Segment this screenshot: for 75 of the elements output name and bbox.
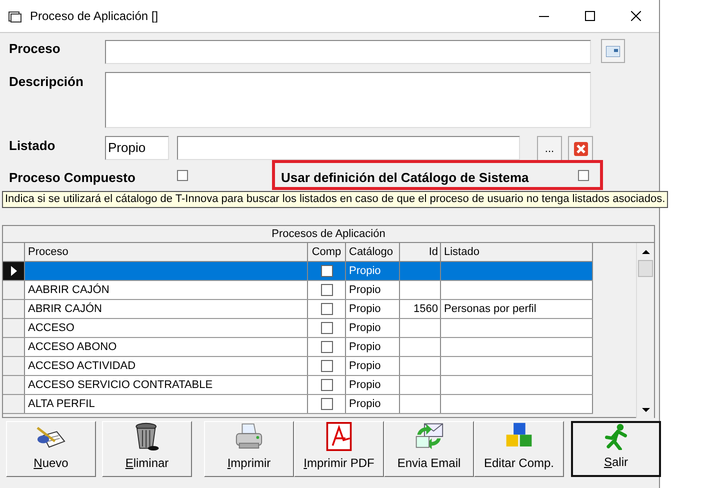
table-row[interactable]: AABRIR CAJÓN Propio [3, 281, 593, 300]
toolbar-button[interactable]: Salir [571, 421, 661, 477]
field-label: Proceso [9, 40, 60, 58]
window-icon [8, 10, 22, 22]
row-pointer-icon [10, 266, 16, 276]
table-row[interactable]: ALTA PERFIL Propio [3, 395, 593, 414]
printer-icon [233, 422, 265, 451]
table-cell: Propio [349, 341, 381, 353]
field-label: Proceso Compuesto [9, 169, 136, 187]
table-cell: ACCESO [28, 322, 74, 334]
checkbox[interactable] [320, 284, 332, 296]
maximize-icon [585, 11, 595, 21]
table-cell: Propio [349, 398, 381, 410]
checkbox[interactable] [320, 360, 332, 372]
listado-field[interactable] [177, 136, 520, 160]
table-cell: 1560 [414, 303, 438, 315]
browse-button[interactable]: ... [537, 136, 562, 161]
checkbox[interactable] [320, 322, 332, 334]
close-icon [631, 11, 641, 21]
checkbox[interactable] [320, 398, 332, 410]
table-cell: Propio [349, 379, 381, 391]
clear-button[interactable] [568, 136, 593, 161]
toolbar-button[interactable]: Envia Email [384, 421, 474, 477]
form-icon [606, 46, 620, 56]
descripcion-field[interactable] [105, 72, 591, 128]
table-cell: Propio [349, 303, 381, 315]
table-row[interactable]: ABRIR CAJÓN Propio 1560 Personas por perfil [3, 300, 593, 319]
toolbar-button[interactable]: Eliminar [102, 421, 192, 477]
window-title: Proceso de Aplicación [] [30, 8, 158, 25]
table-cell: ACCESO ACTIVIDAD [28, 360, 136, 372]
field-label: Listado [9, 137, 56, 155]
grid-caption: Procesos de Aplicación [3, 226, 654, 243]
table-cell: AABRIR CAJÓN [28, 284, 110, 296]
pdf-document-icon [324, 422, 354, 451]
tooltip: Indica si se utilizará el cátalogo de T-Innova para buscar los listados en caso de que el proceso de usuario no tenga listados asociados. [2, 191, 668, 208]
toolbar-button[interactable]: Imprimir PDF [294, 421, 384, 477]
checkbox[interactable] [578, 170, 589, 181]
field-label: Descripción [9, 73, 84, 91]
scroll-down-icon [642, 408, 650, 412]
column-header[interactable]: Comp [308, 243, 346, 261]
table-row[interactable]: Propio [3, 262, 593, 281]
toolbar-button[interactable]: Editar Comp. [474, 421, 564, 477]
table-cell: Propio [349, 284, 381, 296]
checkbox[interactable] [320, 379, 332, 391]
scroll-thumb[interactable] [638, 260, 653, 277]
table-cell: ACCESO SERVICIO CONTRATABLE [28, 379, 213, 391]
toolbar-button[interactable]: Imprimir [204, 421, 294, 477]
scroll-up-icon [642, 250, 650, 254]
table-row[interactable]: ACCESO Propio [3, 319, 593, 338]
column-header[interactable]: Proceso [25, 243, 308, 261]
delete-icon [572, 140, 588, 156]
field-label: Usar definición del Catálogo de Sistema [281, 169, 529, 187]
picker-button[interactable] [601, 39, 625, 63]
catalog-field[interactable]: Propio [105, 136, 169, 160]
checkbox[interactable] [320, 341, 332, 353]
table-cell: Propio [349, 265, 381, 277]
table-cell: Propio [349, 322, 381, 334]
scrollbar[interactable] [636, 243, 654, 418]
table-cell: ACCESO ABONO [28, 341, 117, 353]
table-row[interactable]: ACCESO ACTIVIDAD Propio [3, 357, 593, 376]
table-row[interactable]: ACCESO SERVICIO CONTRATABLE Propio [3, 376, 593, 395]
table-cell: Propio [349, 360, 381, 372]
toolbar-button[interactable]: Nuevo [6, 421, 96, 477]
checkbox[interactable] [320, 303, 332, 315]
checkbox[interactable] [177, 170, 188, 181]
checkbox[interactable] [320, 265, 332, 277]
proceso-field[interactable] [105, 40, 591, 64]
table-row[interactable]: ACCESO ABONO Propio [3, 338, 593, 357]
column-header[interactable]: Id [400, 243, 441, 261]
table-cell: ABRIR CAJÓN [28, 303, 102, 315]
table-cell: Personas por perfil [444, 303, 536, 315]
trash-can-icon [133, 422, 161, 451]
column-header[interactable]: Catálogo [346, 243, 400, 261]
column-header[interactable]: Listado [441, 243, 593, 261]
table-cell: ALTA PERFIL [28, 398, 95, 410]
